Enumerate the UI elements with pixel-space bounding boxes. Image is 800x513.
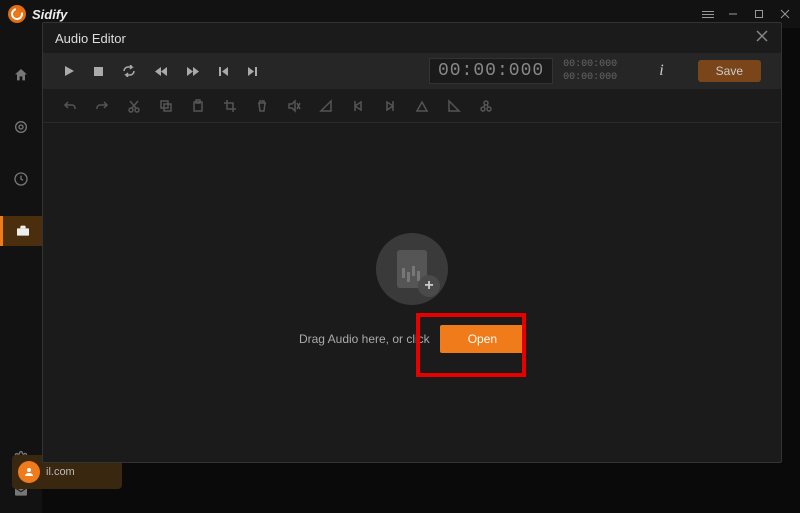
copy-icon[interactable] <box>159 99 173 113</box>
timecode-start: 00:00:000 <box>563 58 617 71</box>
close-icon[interactable] <box>755 29 769 47</box>
save-button[interactable]: Save <box>698 60 761 82</box>
drop-text: Drag Audio here, or click <box>299 332 430 346</box>
menu-icon[interactable] <box>702 11 714 18</box>
mark-end-icon[interactable] <box>383 99 397 113</box>
modal-title: Audio Editor <box>55 31 126 46</box>
info-icon[interactable]: i <box>659 62 663 80</box>
timecode-end: 00:00:000 <box>563 71 617 84</box>
mute-icon[interactable] <box>287 99 301 113</box>
minimize-button[interactable] <box>728 9 740 19</box>
sidebar-item-tools[interactable] <box>0 216 42 246</box>
delete-icon[interactable] <box>255 99 269 113</box>
timecode-main: 00:00:000 <box>429 58 553 84</box>
sidebar <box>0 28 42 513</box>
user-label: il.com <box>46 466 75 478</box>
pitch-icon[interactable] <box>415 99 429 113</box>
edit-toolbar <box>43 89 781 123</box>
drop-file-icon: + <box>376 233 448 305</box>
brand-name: Sidify <box>32 7 67 22</box>
drop-area[interactable]: + Drag Audio here, or click Open <box>43 123 781 462</box>
paste-icon[interactable] <box>191 99 205 113</box>
sidebar-item-home[interactable] <box>0 60 42 90</box>
forward-icon[interactable] <box>186 66 200 77</box>
sidebar-item-history[interactable] <box>0 164 42 194</box>
open-button[interactable]: Open <box>440 325 525 353</box>
crop-icon[interactable] <box>223 99 237 113</box>
maximize-button[interactable] <box>754 9 766 19</box>
stop-icon[interactable] <box>93 66 104 77</box>
playback-bar: 00:00:000 00:00:000 00:00:000 i Save <box>43 53 781 89</box>
plus-icon: + <box>418 275 440 297</box>
fadein-icon[interactable] <box>319 99 333 113</box>
sidebar-item-target[interactable] <box>0 112 42 142</box>
play-icon[interactable] <box>63 65 75 77</box>
effects-icon[interactable] <box>479 99 493 113</box>
app-logo <box>8 5 26 23</box>
loop-icon[interactable] <box>122 65 136 77</box>
next-icon[interactable] <box>247 66 258 77</box>
audio-editor-modal: Audio Editor 00:00:000 00:00:000 00:00:0… <box>42 22 782 463</box>
close-window-button[interactable] <box>780 9 792 19</box>
mark-start-icon[interactable] <box>351 99 365 113</box>
redo-icon[interactable] <box>95 99 109 113</box>
prev-icon[interactable] <box>218 66 229 77</box>
undo-icon[interactable] <box>63 99 77 113</box>
fadeout-icon[interactable] <box>447 99 461 113</box>
rewind-icon[interactable] <box>154 66 168 77</box>
avatar-icon <box>18 461 40 483</box>
cut-icon[interactable] <box>127 99 141 113</box>
